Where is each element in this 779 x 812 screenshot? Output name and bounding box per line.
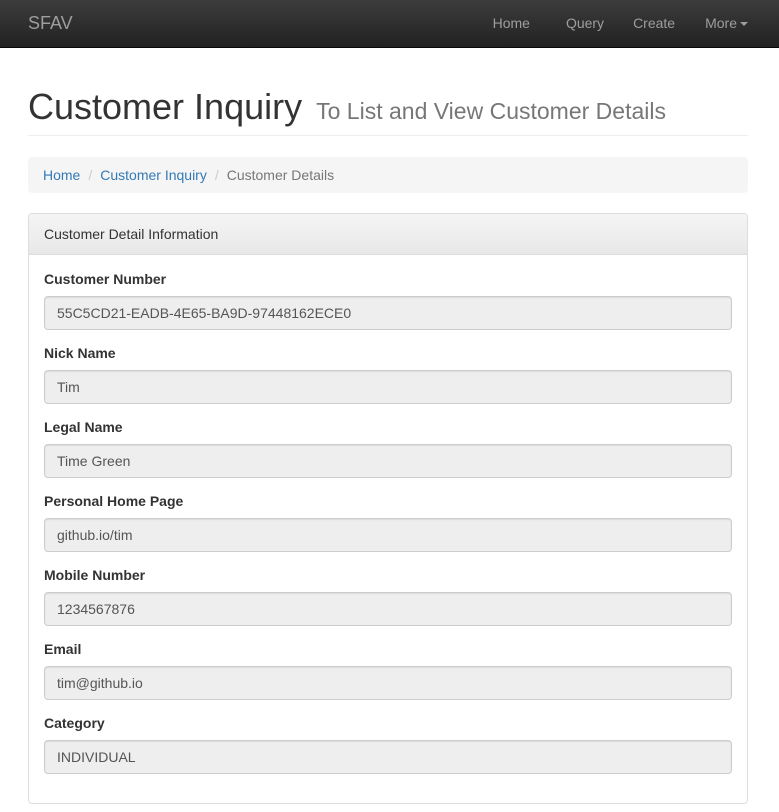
- form-group-personal-home-page: Personal Home Page: [44, 494, 732, 568]
- nav-link-create[interactable]: Create: [633, 0, 675, 31]
- nav-item-more: More: [705, 0, 748, 48]
- personal-home-page-field[interactable]: [44, 518, 732, 552]
- email-field[interactable]: [44, 666, 732, 700]
- top-navbar: SFAV Home Query Create More: [0, 0, 779, 48]
- panel-body: Customer Number Nick Name Legal Name Per…: [29, 255, 747, 790]
- customer-number-label: Customer Number: [44, 271, 167, 287]
- customer-number-field[interactable]: [44, 296, 732, 330]
- caret-down-icon: [740, 22, 748, 27]
- category-field[interactable]: [44, 740, 732, 774]
- panel-heading: Customer Detail Information: [29, 214, 747, 255]
- form-group-legal-name: Legal Name: [44, 420, 732, 494]
- mobile-number-field[interactable]: [44, 592, 732, 626]
- breadcrumb-current: Customer Details: [226, 167, 335, 183]
- breadcrumb-customer-inquiry-link[interactable]: Customer Inquiry: [100, 167, 207, 183]
- breadcrumb: Home / Customer Inquiry / Customer Detai…: [28, 157, 748, 193]
- mobile-number-label: Mobile Number: [44, 567, 146, 583]
- nick-name-label: Nick Name: [44, 345, 116, 361]
- nav-item-create: Create: [633, 0, 675, 48]
- breadcrumb-separator: /: [88, 167, 93, 183]
- email-label: Email: [44, 641, 82, 657]
- breadcrumb-separator: /: [214, 167, 219, 183]
- form-group-customer-number: Customer Number: [44, 272, 732, 346]
- nav-item-query: Query: [566, 0, 604, 48]
- legal-name-field[interactable]: [44, 444, 732, 478]
- form-group-category: Category: [44, 716, 732, 790]
- personal-home-page-label: Personal Home Page: [44, 493, 184, 509]
- legal-name-label: Legal Name: [44, 419, 123, 435]
- nick-name-field[interactable]: [44, 370, 732, 404]
- nav-menu: Home Query Create More: [493, 0, 779, 48]
- customer-detail-panel: Customer Detail Information Customer Num…: [28, 213, 748, 804]
- form-group-mobile-number: Mobile Number: [44, 568, 732, 642]
- nav-item-home: Home: [493, 0, 530, 48]
- page-title-text: Customer Inquiry: [28, 86, 303, 127]
- form-group-nick-name: Nick Name: [44, 346, 732, 420]
- page-subtitle: To List and View Customer Details: [316, 98, 666, 124]
- brand-link[interactable]: SFAV: [28, 13, 73, 34]
- nav-more-label: More: [705, 15, 737, 31]
- nav-link-more-dropdown[interactable]: More: [705, 0, 748, 31]
- breadcrumb-home-link[interactable]: Home: [43, 167, 80, 183]
- nav-link-query[interactable]: Query: [566, 0, 604, 31]
- page-header: Customer Inquiry To List and View Custom…: [28, 86, 748, 136]
- nav-link-home[interactable]: Home: [493, 0, 530, 31]
- category-label: Category: [44, 715, 105, 731]
- form-group-email: Email: [44, 642, 732, 716]
- page-title: Customer Inquiry To List and View Custom…: [28, 86, 748, 132]
